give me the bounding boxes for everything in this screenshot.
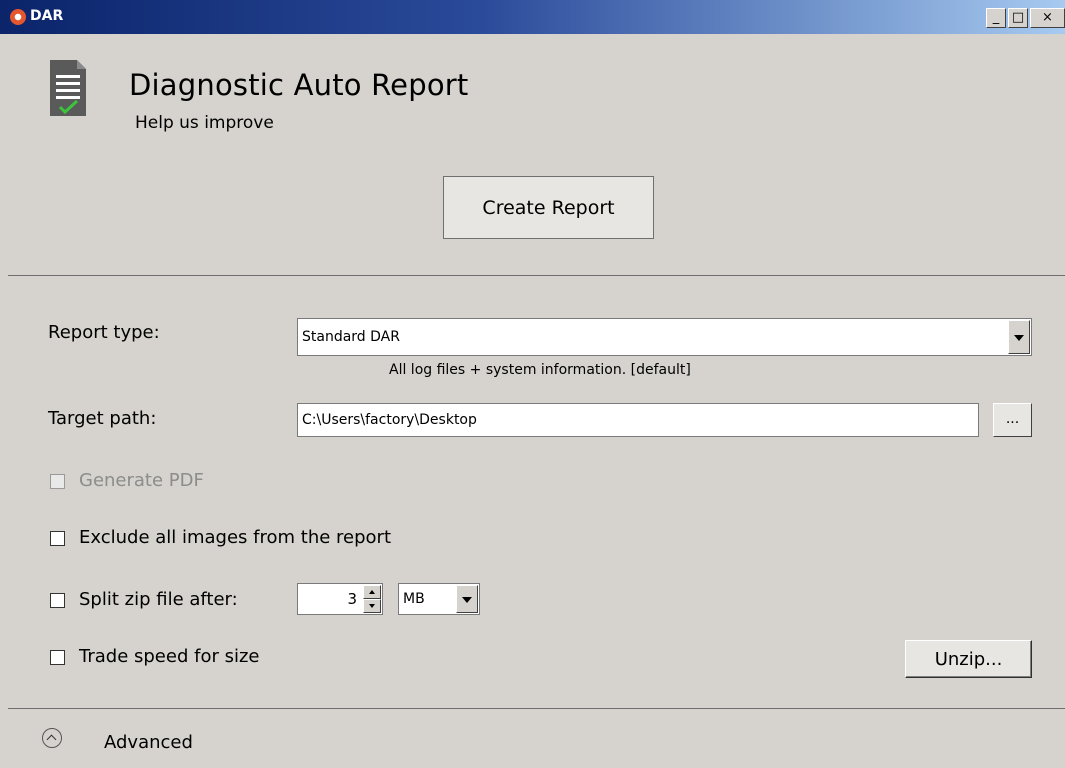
trade-speed-checkbox[interactable] [50, 650, 65, 665]
app-title: Diagnostic Auto Report [129, 68, 469, 102]
title-bar: DAR _ □ × [0, 0, 1065, 34]
target-path-input[interactable]: C:\Users\factory\Desktop [297, 403, 979, 437]
browse-button[interactable]: ... [993, 403, 1032, 437]
split-zip-label: Split zip file after: [79, 589, 238, 610]
stepper-up-icon[interactable] [363, 585, 381, 599]
chevron-up-circle-icon[interactable] [42, 728, 62, 748]
chevron-down-icon[interactable] [456, 585, 478, 613]
split-zip-checkbox[interactable] [50, 593, 65, 608]
stepper-down-icon[interactable] [363, 599, 381, 613]
minimize-button[interactable]: _ [986, 8, 1006, 28]
report-type-hint: All log files + system information. [def… [389, 362, 691, 378]
exclude-images-label: Exclude all images from the report [79, 527, 392, 548]
advanced-toggle[interactable]: Advanced [104, 732, 193, 753]
generate-pdf-checkbox[interactable] [50, 474, 65, 489]
split-unit-select[interactable]: MB [398, 583, 480, 615]
trade-speed-label: Trade speed for size [79, 646, 260, 667]
app-lifebuoy-icon [10, 9, 26, 25]
document-check-icon [50, 60, 86, 116]
app-subtitle: Help us improve [135, 113, 274, 133]
report-type-label: Report type: [48, 322, 160, 343]
target-path-label: Target path: [48, 408, 157, 429]
split-unit-value: MB [403, 591, 425, 607]
exclude-images-checkbox[interactable] [50, 531, 65, 546]
create-report-button[interactable]: Create Report [443, 176, 654, 239]
generate-pdf-label: Generate PDF [79, 470, 204, 491]
unzip-button[interactable]: Unzip... [905, 640, 1032, 678]
report-type-select[interactable]: Standard DAR [297, 318, 1032, 356]
maximize-button[interactable]: □ [1008, 8, 1028, 28]
split-size-value: 3 [347, 590, 357, 608]
target-path-value: C:\Users\factory\Desktop [302, 412, 477, 428]
top-divider [8, 275, 1065, 276]
close-button[interactable]: × [1030, 8, 1065, 28]
report-type-value: Standard DAR [302, 329, 400, 345]
chevron-down-icon[interactable] [1008, 320, 1030, 354]
window-title: DAR [30, 8, 64, 24]
split-size-stepper[interactable]: 3 [297, 583, 383, 615]
bottom-divider [8, 708, 1065, 709]
